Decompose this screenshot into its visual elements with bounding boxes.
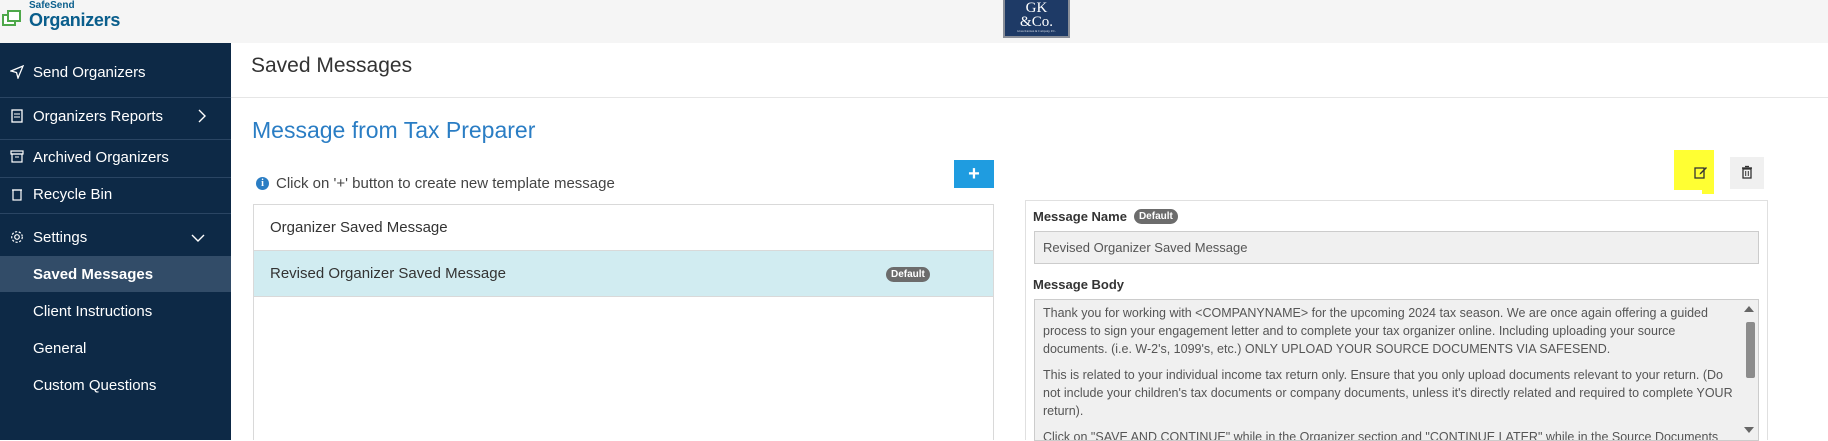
sidebar-item-client-instructions[interactable]: Client Instructions: [0, 293, 231, 329]
create-hint: i Click on '+' button to create new temp…: [256, 175, 615, 192]
sidebar-item-organizers-reports[interactable]: Organizers Reports: [0, 99, 231, 133]
page-title: Saved Messages: [251, 54, 413, 77]
sidebar-item-archived-organizers[interactable]: Archived Organizers: [0, 140, 231, 174]
sidebar-item-label: Settings: [33, 228, 88, 246]
body-paragraph: This is related to your individual incom…: [1043, 368, 1733, 418]
sidebar-item-recycle-bin[interactable]: Recycle Bin: [0, 177, 231, 211]
body-paragraph: Click on "SAVE AND CONTINUE" while in th…: [1043, 430, 1719, 441]
section-title: Message from Tax Preparer: [252, 117, 536, 143]
sidebar-item-label: Organizers Reports: [33, 107, 164, 125]
sidebar: Send Organizers Organizers Reports Archi…: [0, 43, 231, 440]
trash-icon: [1741, 165, 1753, 182]
organizers-logo-icon: [2, 6, 24, 28]
sidebar-item-send-organizers[interactable]: Send Organizers: [0, 55, 231, 89]
list-item[interactable]: Organizer Saved Message: [254, 205, 993, 251]
message-name: Organizer Saved Message: [270, 219, 448, 236]
edit-message-button[interactable]: [1684, 157, 1718, 189]
company-logo-line3: Glass Kiernan & Company, P.C.: [1017, 29, 1056, 33]
default-badge: Default: [1133, 209, 1178, 224]
message-body-label: Message Body: [1033, 277, 1124, 292]
saved-message-list: Organizer Saved Message Revised Organize…: [253, 204, 994, 440]
scroll-down-arrow-icon[interactable]: [1744, 427, 1754, 433]
list-item-selected[interactable]: Revised Organizer Saved Message Default: [254, 251, 993, 297]
delete-message-button[interactable]: [1730, 157, 1764, 189]
default-badge: Default: [886, 267, 930, 282]
archive-icon: [10, 150, 24, 164]
message-name: Revised Organizer Saved Message: [270, 265, 506, 282]
info-icon: i: [256, 177, 269, 190]
company-logo: GK &Co. Glass Kiernan & Company, P.C.: [1003, 0, 1070, 38]
scrollbar-thumb[interactable]: [1746, 322, 1755, 378]
sidebar-item-label: Archived Organizers: [33, 148, 169, 166]
edit-icon: [1694, 165, 1708, 182]
scroll-up-arrow-icon[interactable]: [1744, 306, 1754, 312]
top-header: SafeSend Organizers GK &Co. Glass Kierna…: [0, 0, 1828, 43]
sidebar-sub-label: Client Instructions: [33, 302, 153, 320]
sidebar-item-general[interactable]: General: [0, 330, 231, 366]
add-message-button[interactable]: +: [954, 160, 994, 188]
message-detail-panel: Message Name Default Revised Organizer S…: [1025, 200, 1768, 441]
brand-big-text: Organizers: [29, 10, 121, 30]
sidebar-item-custom-questions[interactable]: Custom Questions: [0, 367, 231, 403]
report-icon: [10, 109, 24, 123]
chevron-right-icon: [197, 109, 207, 126]
body-paragraph: Thank you for working with <COMPANYNAME>…: [1043, 306, 1708, 356]
message-name-label-text: Message Name: [1033, 209, 1127, 224]
sidebar-item-label: Send Organizers: [33, 63, 146, 81]
message-body-field[interactable]: Thank you for working with <COMPANYNAME>…: [1034, 299, 1759, 441]
page-header: Saved Messages: [231, 43, 1828, 98]
create-hint-text: Click on '+' button to create new templa…: [276, 175, 615, 192]
message-name-label: Message Name Default: [1033, 209, 1178, 224]
paper-plane-icon: [9, 64, 25, 80]
message-body-label-text: Message Body: [1033, 277, 1125, 292]
sidebar-item-settings[interactable]: Settings: [0, 220, 231, 254]
gear-icon: [10, 230, 24, 244]
message-name-field[interactable]: Revised Organizer Saved Message: [1034, 231, 1759, 264]
chevron-down-icon: [191, 231, 205, 246]
company-logo-line2: &Co.: [1020, 14, 1053, 30]
sidebar-item-saved-messages[interactable]: Saved Messages: [0, 256, 231, 292]
brand-logo[interactable]: SafeSend Organizers: [2, 1, 120, 29]
sidebar-sub-label: Saved Messages: [33, 265, 154, 283]
sidebar-item-label: Recycle Bin: [33, 185, 113, 203]
sidebar-sub-label: General: [33, 339, 87, 357]
sidebar-sub-label: Custom Questions: [33, 376, 157, 394]
trash-icon: [10, 187, 24, 201]
